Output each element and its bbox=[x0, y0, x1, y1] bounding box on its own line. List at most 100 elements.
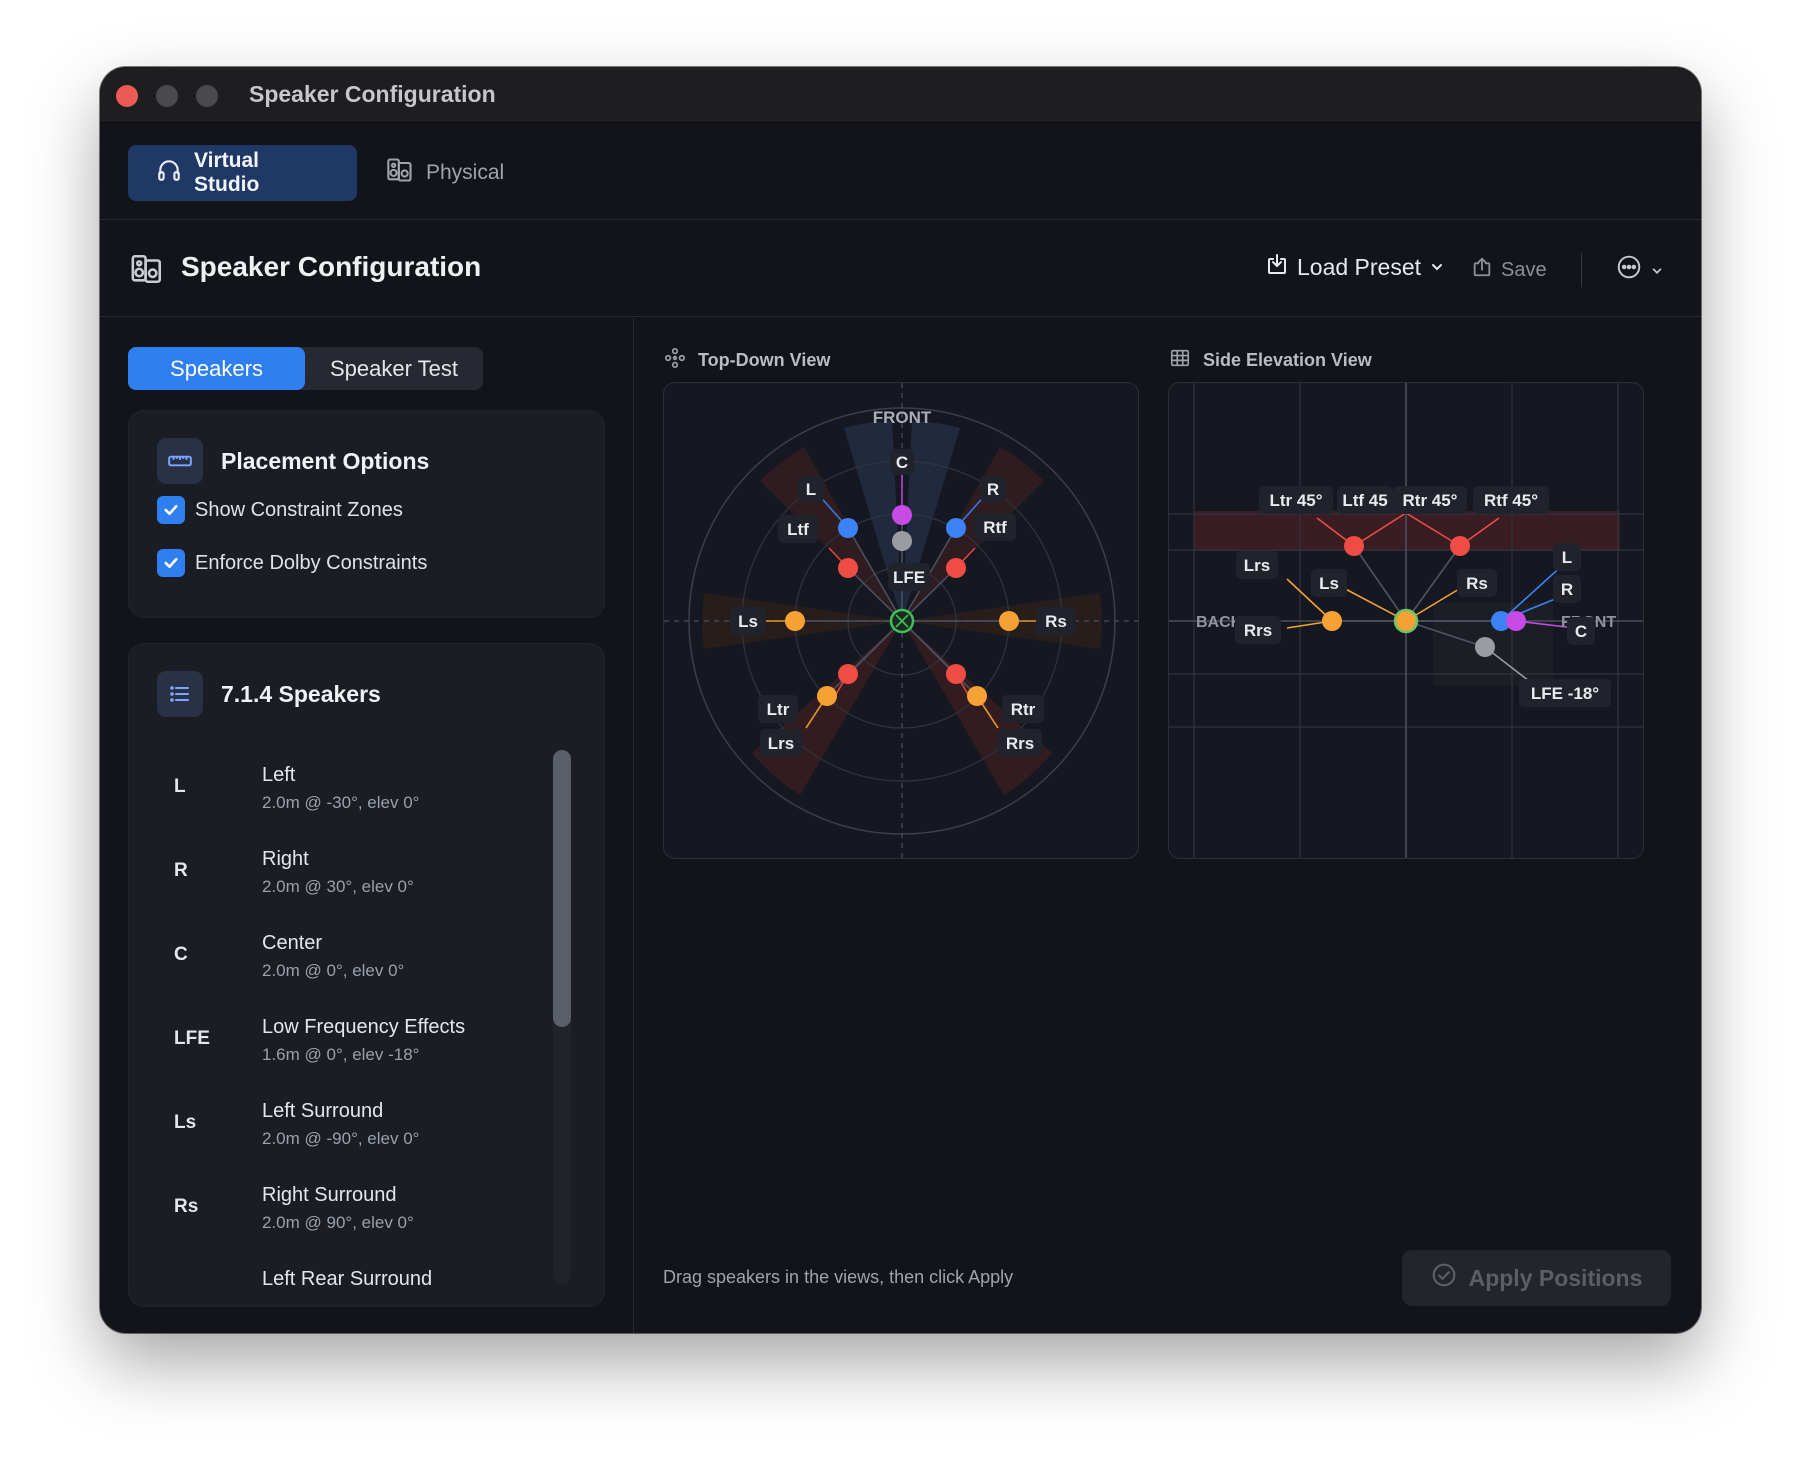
label-ltf: Ltf bbox=[787, 520, 809, 539]
apply-positions-button[interactable]: Apply Positions bbox=[1402, 1250, 1671, 1306]
top-down-view-label: Top-Down View bbox=[664, 347, 830, 374]
list-item[interactable]: L Left 2.0m @ -30°, elev 0° bbox=[129, 754, 549, 834]
speaker-code: Ls bbox=[174, 1112, 197, 1133]
list-item[interactable]: Ls Left Surround 2.0m @ -90°, elev 0° bbox=[129, 1090, 549, 1170]
tab-speakers[interactable]: Speakers bbox=[128, 347, 305, 390]
show-constraint-zones-toggle[interactable]: Show Constraint Zones bbox=[157, 496, 403, 524]
tag-r: R bbox=[1561, 580, 1573, 599]
listener-position bbox=[1393, 608, 1419, 634]
chevron-down-icon bbox=[1429, 254, 1445, 281]
label-ls: Ls bbox=[738, 612, 758, 631]
speaker-dot-l[interactable] bbox=[838, 518, 858, 538]
label-rtf: Rtf bbox=[983, 518, 1007, 537]
grid-icon bbox=[1169, 347, 1191, 374]
load-preset-label: Load Preset bbox=[1297, 253, 1422, 280]
speaker-dot-r[interactable] bbox=[946, 518, 966, 538]
more-options-button[interactable] bbox=[1616, 254, 1664, 286]
tab-speaker-test[interactable]: Speaker Test bbox=[305, 347, 483, 390]
speaker-dot-rtf[interactable] bbox=[946, 558, 966, 578]
minimize-window-button[interactable] bbox=[156, 85, 178, 107]
save-label: Save bbox=[1501, 258, 1547, 281]
tab-virtual-studio[interactable]: Virtual Studio bbox=[128, 145, 357, 201]
placement-options-title: Placement Options bbox=[221, 448, 430, 474]
label-lfe: LFE bbox=[893, 568, 925, 587]
label-rs: Rs bbox=[1045, 612, 1067, 631]
speaker-name: Left bbox=[262, 764, 296, 786]
label-ltr: Ltr bbox=[767, 700, 790, 719]
tag-lfe: LFE -18° bbox=[1531, 684, 1599, 703]
side-elevation-view[interactable]: BACK FRONT Ltr 45° Ltf 45 Rtr 45° Rtf 45… bbox=[1168, 382, 1644, 859]
sidebar-tabs: Speakers Speaker Test bbox=[128, 347, 483, 390]
speaker-code: R bbox=[174, 860, 188, 881]
speaker-dot-c[interactable] bbox=[892, 505, 912, 525]
tag-rtr: Rtr 45° bbox=[1403, 491, 1458, 510]
list-item[interactable]: Rs Right Surround 2.0m @ 90°, elev 0° bbox=[129, 1174, 549, 1254]
speaker-dot-lrs[interactable] bbox=[817, 686, 837, 706]
enforce-dolby-constraints-toggle[interactable]: Enforce Dolby Constraints bbox=[157, 549, 427, 577]
tag-ltr: Ltr 45° bbox=[1269, 491, 1322, 510]
speaker-detail: 2.0m @ 90°, elev 0° bbox=[262, 1213, 414, 1232]
speaker-dot-ltr[interactable] bbox=[838, 664, 858, 684]
sidebar: Speakers Speaker Test Placement Options … bbox=[100, 318, 634, 1333]
side-dot-ltr-ltf[interactable] bbox=[1344, 536, 1364, 556]
speaker-code: Rs bbox=[174, 1196, 199, 1217]
tab-physical-label: Physical bbox=[426, 161, 505, 184]
speaker-dot-ls[interactable] bbox=[785, 611, 805, 631]
speaker-dot-rtr[interactable] bbox=[946, 664, 966, 684]
list-icon bbox=[157, 671, 203, 717]
tab-physical[interactable]: Physical bbox=[386, 145, 532, 201]
top-down-view[interactable]: FRONT C L R Ltf Rtf LFE Ls Rs Ltr Rtr Lr… bbox=[663, 382, 1139, 859]
speaker-dot-lfe[interactable] bbox=[892, 531, 912, 551]
drag-hint-text: Drag speakers in the views, then click A… bbox=[663, 1267, 1014, 1287]
speaker-name: Low Frequency Effects bbox=[262, 1016, 466, 1038]
close-window-button[interactable] bbox=[116, 85, 138, 107]
enforce-dolby-constraints-label: Enforce Dolby Constraints bbox=[195, 551, 428, 574]
save-button[interactable]: Save bbox=[1471, 256, 1547, 284]
speaker-dot-rs[interactable] bbox=[999, 611, 1019, 631]
label-c: C bbox=[896, 453, 908, 472]
speaker-detail: 1.6m @ 0°, elev -18° bbox=[262, 1045, 420, 1064]
ruler-icon bbox=[157, 438, 203, 484]
window-title: Speaker Configuration bbox=[249, 81, 496, 107]
side-dot-rtr-rtf[interactable] bbox=[1450, 536, 1470, 556]
speaker-detail: 2.0m @ -90°, elev 0° bbox=[262, 1129, 420, 1148]
speaker-detail: 2.0m @ -30°, elev 0° bbox=[262, 793, 420, 812]
speaker-name: Center bbox=[262, 932, 323, 954]
side-dot-ls[interactable] bbox=[1322, 611, 1342, 631]
list-item[interactable]: Left Rear Surround bbox=[129, 1258, 549, 1306]
tag-lrs: Lrs bbox=[1244, 556, 1270, 575]
scrollbar-thumb[interactable] bbox=[553, 750, 571, 1027]
apply-positions-label: Apply Positions bbox=[1468, 1264, 1643, 1291]
speaker-list-card: 7.1.4 Speakers L Left 2.0m @ -30°, elev … bbox=[128, 643, 605, 1307]
speaker-code: LFE bbox=[174, 1028, 210, 1049]
side-dot-c[interactable] bbox=[1506, 611, 1526, 631]
page-title: Speaker Configuration bbox=[181, 251, 482, 282]
speaker-dot-ltf[interactable] bbox=[838, 558, 858, 578]
speaker-name: Left Rear Surround bbox=[262, 1268, 433, 1290]
speaker-list-title: 7.1.4 Speakers bbox=[221, 681, 381, 707]
speaker-config-icon bbox=[130, 252, 164, 291]
tag-l: L bbox=[1562, 548, 1572, 567]
zoom-window-button[interactable] bbox=[196, 85, 218, 107]
show-constraint-zones-label: Show Constraint Zones bbox=[195, 498, 403, 521]
checkmark-icon[interactable] bbox=[157, 549, 185, 577]
checkmark-icon[interactable] bbox=[157, 496, 185, 524]
list-item[interactable]: C Center 2.0m @ 0°, elev 0° bbox=[129, 922, 549, 1002]
top-down-canvas[interactable]: FRONT C L R Ltf Rtf LFE Ls Rs Ltr Rtr Lr… bbox=[664, 383, 1139, 859]
tag-c: C bbox=[1575, 622, 1587, 641]
speaker-dot-rrs[interactable] bbox=[967, 686, 987, 706]
speaker-icon bbox=[386, 156, 414, 190]
speaker-name: Left Surround bbox=[262, 1100, 384, 1122]
side-elevation-canvas[interactable]: BACK FRONT Ltr 45° Ltf 45 Rtr 45° Rtf 45… bbox=[1169, 383, 1644, 859]
move-icon bbox=[664, 347, 686, 374]
load-preset-button[interactable]: Load Preset bbox=[1265, 252, 1445, 282]
app-window: Speaker Configuration Virtual Studio Phy… bbox=[100, 67, 1701, 1333]
tag-rs: Rs bbox=[1466, 574, 1488, 593]
side-dot-lfe[interactable] bbox=[1475, 637, 1495, 657]
placement-options-card: Placement Options Show Constraint Zones … bbox=[128, 410, 605, 618]
label-r: R bbox=[987, 480, 999, 499]
mode-bar: Virtual Studio Physical bbox=[100, 123, 1701, 220]
tab-virtual-studio-label: Virtual Studio bbox=[194, 149, 260, 196]
list-item[interactable]: R Right 2.0m @ 30°, elev 0° bbox=[129, 838, 549, 918]
list-item[interactable]: LFE Low Frequency Effects 1.6m @ 0°, ele… bbox=[129, 1006, 549, 1086]
